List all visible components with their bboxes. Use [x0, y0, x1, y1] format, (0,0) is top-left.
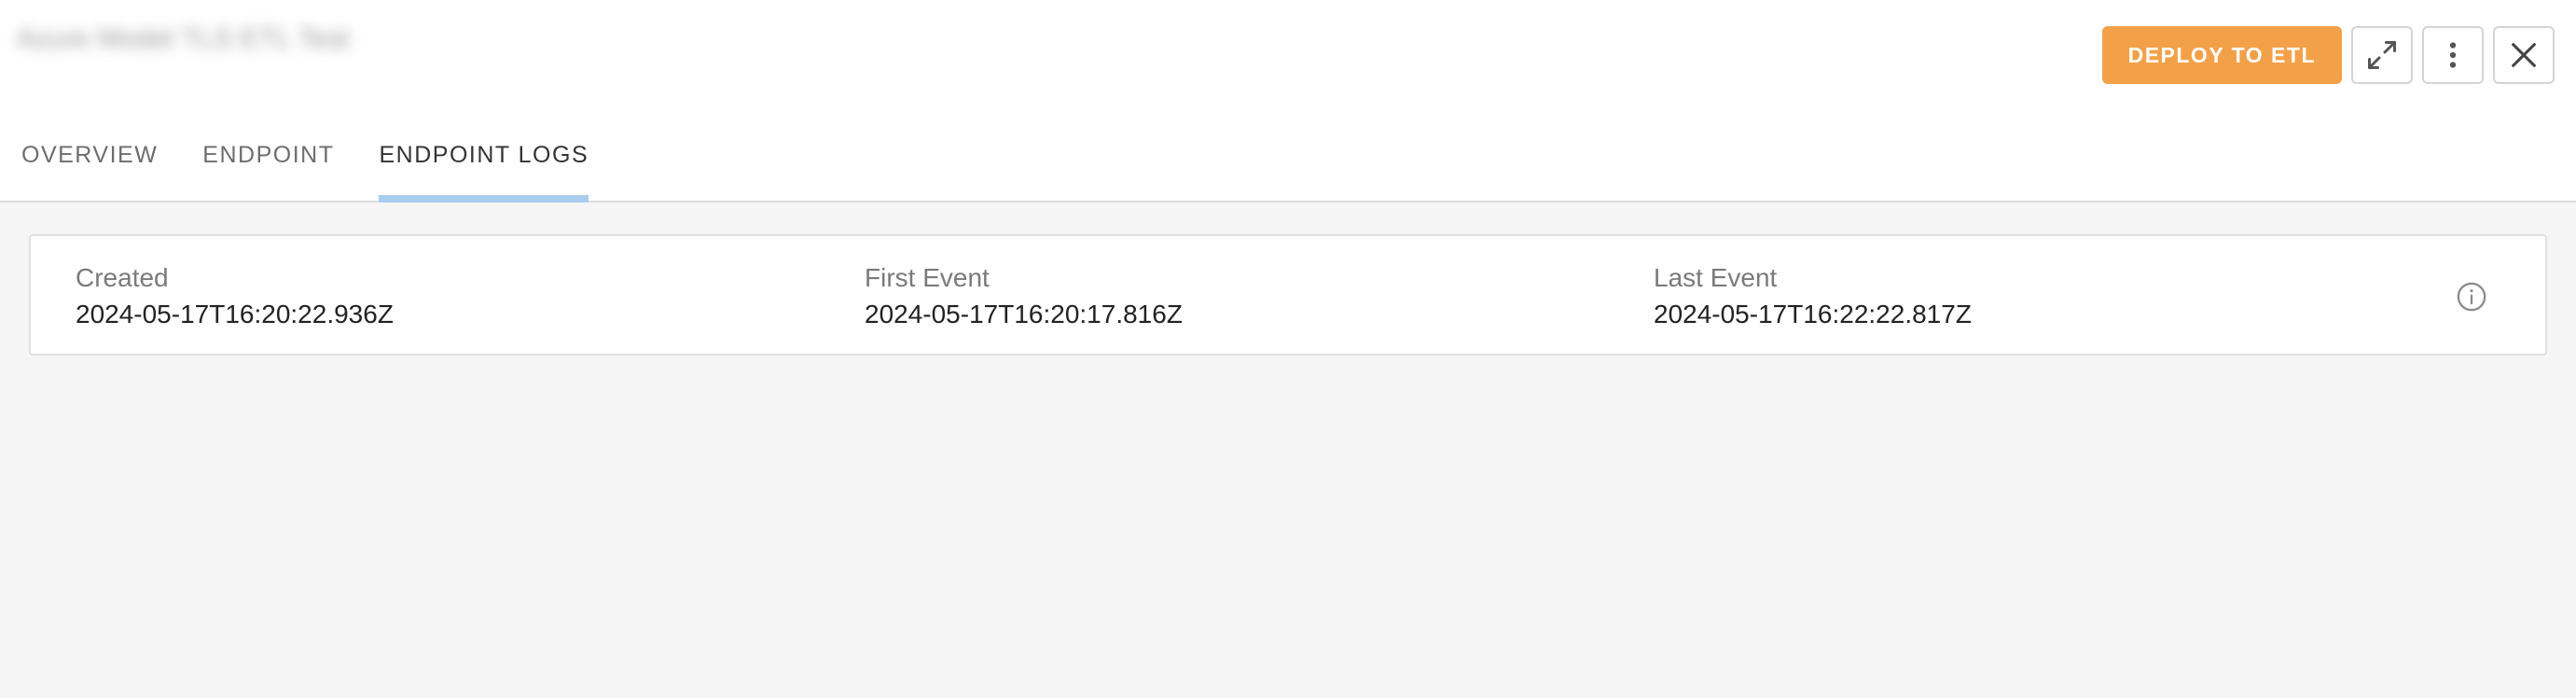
created-label: Created — [76, 263, 169, 292]
first-event-field: First Event 2024-05-17T16:20:17.816Z — [865, 260, 1183, 333]
expand-icon — [2368, 41, 2396, 69]
last-event-label: Last Event — [1654, 263, 1778, 292]
created-value: 2024-05-17T16:20:22.936Z — [76, 300, 394, 328]
page-title: Azure Model TLS ETL Test — [17, 23, 350, 54]
expand-button[interactable] — [2351, 26, 2413, 84]
last-event-value: 2024-05-17T16:22:22.817Z — [1654, 300, 1972, 328]
tab-overview[interactable]: OVERVIEW — [21, 138, 158, 202]
close-button[interactable] — [2493, 26, 2555, 84]
tab-endpoint-logs[interactable]: ENDPOINT LOGS — [379, 138, 589, 202]
more-options-button[interactable] — [2422, 26, 2484, 84]
tab-bar: OVERVIEW ENDPOINT ENDPOINT LOGS — [21, 138, 589, 202]
first-event-value: 2024-05-17T16:20:17.816Z — [865, 300, 1183, 328]
first-event-label: First Event — [865, 263, 990, 292]
close-icon — [2512, 43, 2536, 67]
info-icon[interactable] — [2456, 281, 2487, 313]
endpoint-info-card: Created 2024-05-17T16:20:22.936Z First E… — [29, 234, 2547, 356]
deploy-to-etl-button[interactable]: DEPLOY TO ETL — [2101, 26, 2342, 84]
last-event-field: Last Event 2024-05-17T16:22:22.817Z — [1654, 260, 1972, 333]
created-field: Created 2024-05-17T16:20:22.936Z — [76, 260, 394, 333]
tab-endpoint[interactable]: ENDPOINT — [202, 138, 334, 202]
header-actions: DEPLOY TO ETL — [2101, 26, 2555, 84]
panel-header: Azure Model TLS ETL Test DEPLOY TO ETL O… — [0, 0, 2576, 202]
more-vertical-icon — [2449, 42, 2457, 68]
